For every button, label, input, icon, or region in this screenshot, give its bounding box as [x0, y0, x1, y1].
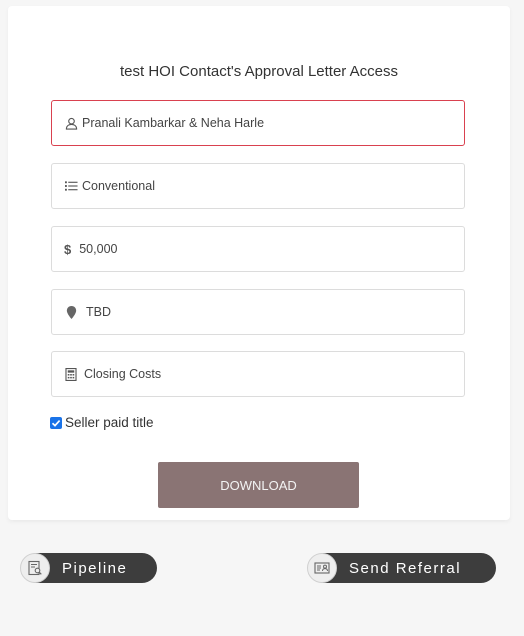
calculator-icon [64, 367, 78, 381]
map-pin-icon [64, 305, 78, 319]
send-referral-button[interactable]: Send Referral [307, 553, 496, 583]
form-title: test HOI Contact's Approval Letter Acces… [120, 63, 398, 80]
seller-paid-title-checkbox[interactable] [50, 416, 62, 429]
closing-costs-field[interactable]: Closing Costs [51, 351, 465, 397]
dollar-icon: $ [64, 241, 72, 257]
closing-costs-value: Closing Costs [84, 367, 162, 381]
location-value: TBD [86, 305, 111, 319]
location-field[interactable]: TBD [51, 289, 465, 335]
approval-letter-card: test HOI Contact's Approval Letter Acces… [8, 6, 510, 520]
contact-card-icon [307, 553, 337, 583]
contact-name-field[interactable]: Pranali Kambarkar & Neha Harle [51, 100, 465, 146]
loan-type-field[interactable]: Conventional [51, 163, 465, 209]
send-referral-label: Send Referral [349, 559, 462, 577]
download-button[interactable]: DOWNLOAD [158, 462, 359, 508]
list-icon [64, 179, 78, 193]
loan-type-value: Conventional [82, 179, 155, 193]
clipboard-search-icon [20, 553, 50, 583]
seller-paid-title-row: Seller paid title [50, 415, 154, 430]
pipeline-label: Pipeline [62, 559, 128, 577]
amount-value: 50,000 [79, 242, 118, 256]
seller-paid-title-label: Seller paid title [65, 415, 154, 430]
pipeline-button[interactable]: Pipeline [20, 553, 157, 583]
contact-name-value: Pranali Kambarkar & Neha Harle [82, 116, 265, 130]
user-icon [64, 116, 78, 130]
amount-field[interactable]: $ 50,000 [51, 226, 465, 272]
